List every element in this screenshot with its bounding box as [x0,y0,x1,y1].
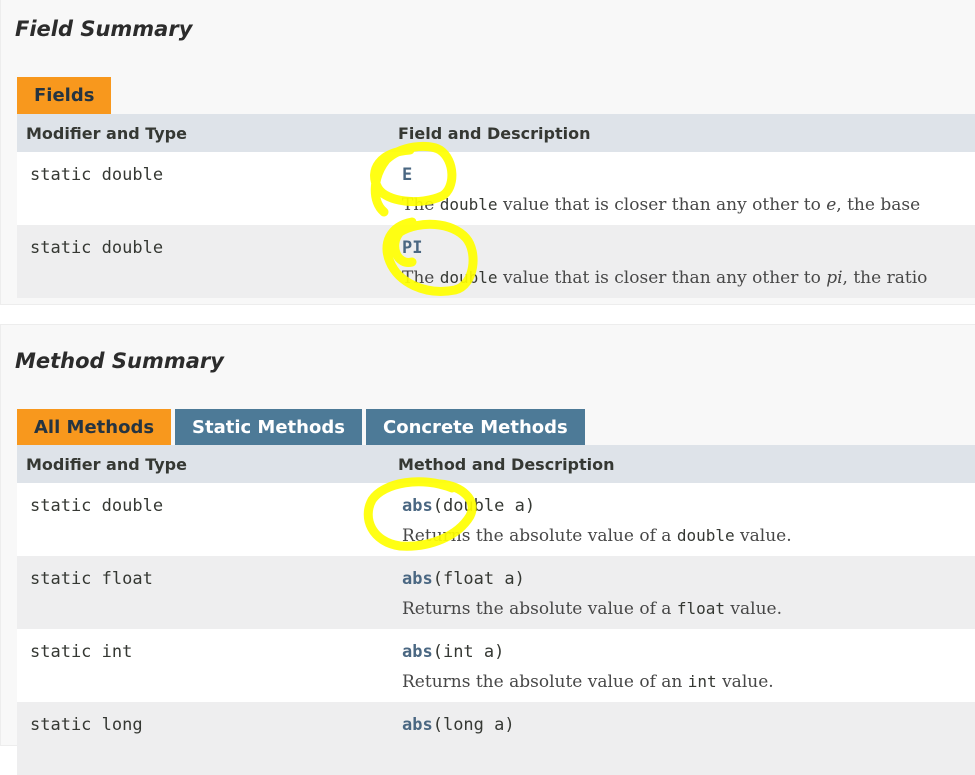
method-link-abs[interactable]: abs [402,715,433,735]
tab-all-methods[interactable]: All Methods [17,409,172,446]
column-header-field: Field and Description [398,124,591,143]
method-params: (double a) [432,496,536,516]
method-params: (int a) [432,642,505,662]
field-summary-table: Modifier and Type Field and Description … [17,114,975,298]
method-link-abs[interactable]: abs [402,496,433,516]
field-summary-heading: Field Summary [15,17,193,41]
column-header-modifier: Modifier and Type [26,455,187,474]
modifier-type: static double [30,165,164,185]
table-row: static double PI The double value that i… [17,225,975,298]
modifier-type: static double [30,238,164,258]
table-row: static double abs(double a) Returns the … [17,483,975,556]
table-row: static int abs(int a) Returns the absolu… [17,629,975,702]
method-description: Returns the absolute value of an int val… [402,672,774,692]
tab-concrete-methods[interactable]: Concrete Methods [366,409,585,446]
modifier-type: static float [30,569,153,589]
field-summary-section: Field Summary Fields Modifier and Type F… [0,0,975,305]
table-row: static long abs(long a) [17,702,975,775]
method-description: Returns the absolute value of a double v… [402,526,792,546]
table-row: static float abs(float a) Returns the ab… [17,556,975,629]
modifier-type: static long [30,715,143,735]
field-link-PI[interactable]: PI [402,238,422,258]
method-params: (float a) [432,569,525,589]
tab-fields[interactable]: Fields [17,77,112,114]
method-params: (long a) [432,715,515,735]
method-description: Returns the absolute value of a float va… [402,599,782,619]
column-header-modifier: Modifier and Type [26,124,187,143]
column-header-method: Method and Description [398,455,615,474]
method-link-abs[interactable]: abs [402,642,433,662]
method-summary-heading: Method Summary [15,349,224,373]
modifier-type: static int [30,642,133,662]
modifier-type: static double [30,496,164,516]
tab-static-methods[interactable]: Static Methods [175,409,362,446]
method-summary-section: Method Summary All Methods Static Method… [0,324,975,775]
field-link-E[interactable]: E [402,165,412,185]
field-description: The double value that is closer than any… [402,268,928,288]
method-link-abs[interactable]: abs [402,569,433,589]
table-header: Modifier and Type Field and Description [17,114,975,152]
table-header: Modifier and Type Method and Description [17,445,975,483]
method-summary-table: Modifier and Type Method and Description… [17,445,975,775]
field-description: The double value that is closer than any… [402,195,921,215]
table-row: static double E The double value that is… [17,152,975,225]
